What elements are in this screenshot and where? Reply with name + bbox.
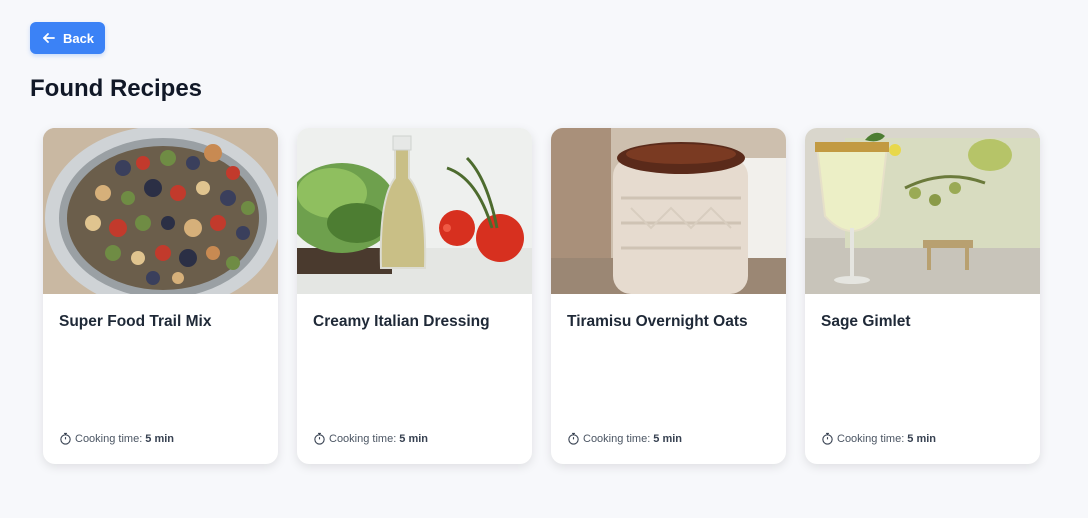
recipe-grid: Super Food Trail Mix Cooking time: 5 min… bbox=[43, 128, 1040, 464]
cooking-time-value: 5 min bbox=[145, 432, 174, 445]
recipe-title: Tiramisu Overnight Oats bbox=[567, 313, 748, 330]
cooking-time-value: 5 min bbox=[907, 432, 936, 445]
cooking-time: Cooking time: 5 min bbox=[821, 432, 936, 445]
recipe-card[interactable]: Creamy Italian Dressing Cooking time: 5 … bbox=[297, 128, 532, 464]
arrow-left-icon bbox=[43, 33, 55, 43]
stopwatch-icon bbox=[314, 432, 325, 445]
recipe-card[interactable]: Tiramisu Overnight Oats Cooking time: 5 … bbox=[551, 128, 786, 464]
back-button[interactable]: Back bbox=[30, 22, 105, 54]
recipe-card[interactable]: Super Food Trail Mix Cooking time: 5 min bbox=[43, 128, 278, 464]
cooking-time-label: Cooking time: bbox=[583, 432, 651, 445]
recipe-card[interactable]: Sage Gimlet Cooking time: 5 min bbox=[805, 128, 1040, 464]
recipe-title: Super Food Trail Mix bbox=[59, 313, 212, 330]
cooking-time-value: 5 min bbox=[399, 432, 428, 445]
back-button-label: Back bbox=[62, 30, 95, 46]
recipe-image bbox=[297, 128, 532, 294]
recipe-image bbox=[43, 128, 278, 294]
recipe-title: Creamy Italian Dressing bbox=[313, 313, 490, 330]
cooking-time-label: Cooking time: bbox=[837, 432, 905, 445]
stopwatch-icon bbox=[822, 432, 833, 445]
cooking-time-value: 5 min bbox=[653, 432, 682, 445]
stopwatch-icon bbox=[568, 432, 579, 445]
page-title: Found Recipes bbox=[30, 75, 203, 102]
cooking-time: Cooking time: 5 min bbox=[313, 432, 428, 445]
recipe-image bbox=[805, 128, 1040, 294]
recipe-image bbox=[551, 128, 786, 294]
recipe-title: Sage Gimlet bbox=[821, 313, 911, 330]
stopwatch-icon bbox=[60, 432, 71, 445]
cooking-time-label: Cooking time: bbox=[75, 432, 143, 445]
cooking-time-label: Cooking time: bbox=[329, 432, 397, 445]
cooking-time: Cooking time: 5 min bbox=[59, 432, 174, 445]
cooking-time: Cooking time: 5 min bbox=[567, 432, 682, 445]
